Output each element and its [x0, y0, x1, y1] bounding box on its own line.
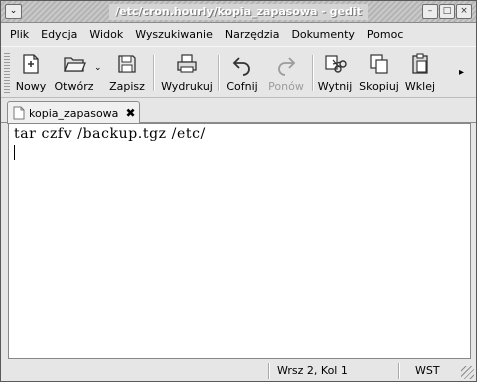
- document-icon: [13, 106, 25, 120]
- open-button[interactable]: Otwórz: [53, 50, 95, 96]
- status-bar: Wrsz 2, Kol 1 WST: [1, 361, 476, 381]
- resize-grip[interactable]: [461, 366, 474, 379]
- gedit-window: ⌄ /etc/cron.hourly/kopia_zapasowa - gedi…: [0, 0, 477, 382]
- cut-label: Wytnij: [317, 80, 353, 93]
- toolbar-separator: [312, 55, 314, 91]
- paste-label: Wklej: [404, 80, 436, 93]
- title-bar[interactable]: ⌄ /etc/cron.hourly/kopia_zapasowa - gedi…: [1, 1, 476, 23]
- text-editor[interactable]: tar czfv /backup.tgz /etc/: [8, 123, 471, 359]
- close-button[interactable]: ×: [456, 4, 472, 19]
- open-dropdown-icon[interactable]: ⌄: [94, 63, 102, 73]
- document-tabs: kopia_zapasowa ✖: [1, 99, 476, 124]
- open-label: Otwórz: [54, 80, 94, 93]
- folder-open-icon: [64, 57, 86, 72]
- toolbar-overflow-icon[interactable]: ▸: [459, 67, 464, 78]
- tab-label: kopia_zapasowa: [29, 106, 119, 120]
- cut-button[interactable]: Wytnij: [315, 50, 355, 96]
- save-icon: [118, 55, 136, 73]
- cursor-position: Wrsz 2, Kol 1: [277, 364, 348, 377]
- menu-view[interactable]: Widok: [84, 24, 130, 45]
- paste-button[interactable]: Wklej: [403, 50, 437, 96]
- redo-button: Ponów: [265, 50, 307, 96]
- copy-label: Skopiuj: [359, 80, 399, 93]
- minimize-button[interactable]: –: [422, 4, 438, 19]
- text-cursor: [14, 145, 15, 160]
- close-tab-icon[interactable]: ✖: [125, 106, 135, 120]
- printer-icon: [177, 54, 197, 73]
- minimize-icon: –: [427, 6, 433, 16]
- close-icon: ×: [460, 6, 468, 16]
- new-label: Nowy: [15, 80, 47, 93]
- maximize-button[interactable]: □: [439, 4, 455, 19]
- copy-icon: [370, 54, 388, 74]
- new-button[interactable]: Nowy: [13, 50, 49, 96]
- maximize-icon: □: [442, 6, 452, 16]
- menu-search[interactable]: Wyszukiwanie: [130, 24, 220, 45]
- save-label: Zapisz: [109, 80, 145, 93]
- menu-help[interactable]: Pomoc: [362, 24, 410, 45]
- toolbar: Nowy Otwórz ⌄ Zapisz Wydrukuj Cofnij Pon…: [1, 46, 476, 98]
- print-label: Wydrukuj: [161, 80, 213, 93]
- redo-label: Ponów: [268, 80, 304, 93]
- undo-label: Cofnij: [226, 80, 258, 93]
- clipboard-icon: [412, 53, 428, 74]
- menu-tools[interactable]: Narzędzia: [220, 24, 287, 45]
- window-title: /etc/cron.hourly/kopia_zapasowa - gedit: [109, 4, 368, 20]
- copy-button[interactable]: Skopiuj: [357, 50, 401, 96]
- redo-icon: [278, 57, 296, 76]
- scissors-icon: [325, 55, 347, 73]
- print-button[interactable]: Wydrukuj: [161, 50, 213, 96]
- new-document-icon: [23, 54, 39, 74]
- tab-kopia-zapasowa[interactable]: kopia_zapasowa ✖: [7, 101, 140, 124]
- undo-icon: [232, 57, 250, 76]
- undo-button[interactable]: Cofnij: [223, 50, 261, 96]
- toolbar-grip[interactable]: [4, 53, 10, 93]
- insert-mode: WST: [415, 364, 440, 377]
- menu-edit[interactable]: Edycja: [36, 24, 84, 45]
- menu-documents[interactable]: Dokumenty: [286, 24, 361, 45]
- menu-bar: Plik Edycja Widok Wyszukiwanie Narzędzia…: [1, 24, 476, 45]
- status-divider: [398, 363, 400, 379]
- menu-file[interactable]: Plik: [5, 24, 36, 45]
- toolbar-separator: [218, 55, 220, 91]
- editor-content[interactable]: tar czfv /backup.tgz /etc/: [14, 126, 206, 142]
- toolbar-separator: [153, 55, 155, 91]
- status-divider: [268, 363, 270, 379]
- save-button[interactable]: Zapisz: [107, 50, 147, 96]
